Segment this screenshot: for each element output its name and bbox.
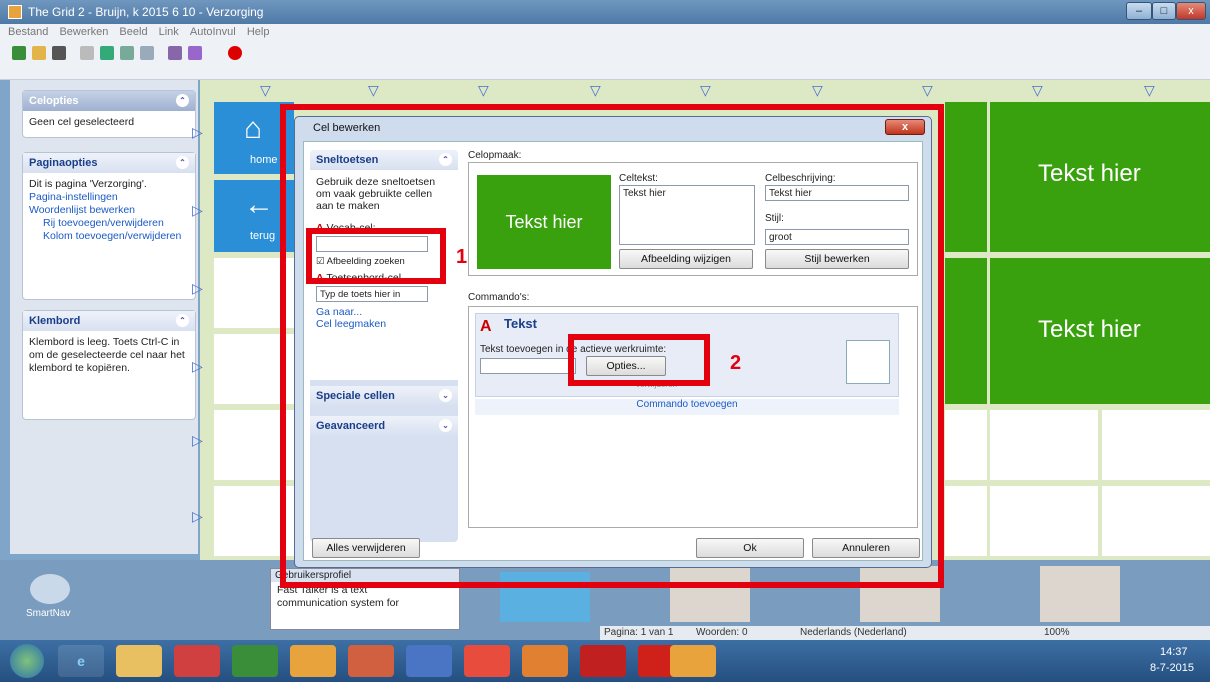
celopties-panel: Celopties ⌃ Geen cel geselecteerd: [22, 90, 196, 138]
column-arrow-icon[interactable]: ▽: [478, 82, 489, 99]
opties-highlight: [568, 334, 710, 386]
clock-date[interactable]: 8-7-2015: [1150, 662, 1194, 674]
annotation-2: 2: [730, 352, 742, 374]
status-language: Nederlands (Nederland): [800, 627, 907, 638]
minimize-button[interactable]: –: [1126, 2, 1152, 20]
title-bar: The Grid 2 - Bruijn, k 2015 6 10 - Verzo…: [0, 0, 1210, 24]
cut-icon[interactable]: [80, 46, 94, 60]
link-rij[interactable]: Rij toevoegen/verwijderen: [29, 217, 189, 230]
explorer-icon[interactable]: [116, 645, 162, 677]
chevron-up-icon[interactable]: ⌃: [176, 156, 189, 169]
close-button[interactable]: x: [1176, 2, 1206, 20]
paginaopties-panel: Paginaopties ⌃ Dit is pagina 'Verzorging'…: [22, 152, 196, 300]
row-arrow-icon[interactable]: ▷: [192, 124, 203, 141]
menu-bar: Bestand Bewerken Beeld Link AutoInvul He…: [0, 24, 1210, 40]
column-arrow-icon[interactable]: ▽: [700, 82, 711, 99]
taskbar: e 14:37 8-7-2015: [0, 640, 1210, 682]
save-icon[interactable]: [52, 46, 66, 60]
column-arrow-icon[interactable]: ▽: [1144, 82, 1155, 99]
app-icon: [8, 5, 22, 19]
menu-help[interactable]: Help: [247, 26, 270, 38]
empty-cell[interactable]: [1102, 486, 1210, 556]
klembord-text: Klembord is leeg. Toets Ctrl-C in om de …: [29, 336, 185, 374]
toolbar: [0, 40, 1210, 80]
text-cell[interactable]: Tekst hier: [990, 258, 1210, 404]
smartnav-icon[interactable]: [30, 574, 70, 604]
arrow-left-icon: ←: [244, 188, 274, 221]
link-pagina-instellingen[interactable]: Pagina-instellingen: [29, 191, 189, 204]
menu-beeld[interactable]: Beeld: [119, 26, 147, 38]
grid-icon[interactable]: [168, 46, 182, 60]
row-arrow-icon[interactable]: ▷: [192, 202, 203, 219]
column-arrow-icon[interactable]: ▽: [812, 82, 823, 99]
chevron-up-icon[interactable]: ⌃: [176, 314, 189, 327]
chrome-icon[interactable]: [464, 645, 510, 677]
paginaopties-text: Dit is pagina 'Verzorging'.: [29, 178, 147, 190]
empty-cell[interactable]: [945, 410, 987, 480]
status-page: Pagina: 1 van 1: [604, 627, 674, 638]
column-arrow-icon[interactable]: ▽: [368, 82, 379, 99]
menu-bewerken[interactable]: Bewerken: [59, 26, 108, 38]
klembord-header[interactable]: Klembord ⌃: [23, 311, 195, 331]
firefox-icon[interactable]: [522, 645, 568, 677]
menu-bestand[interactable]: Bestand: [8, 26, 48, 38]
row-arrow-icon[interactable]: ▷: [192, 280, 203, 297]
zoom-level[interactable]: 100%: [1044, 627, 1070, 638]
row-arrow-icon[interactable]: ▷: [192, 432, 203, 449]
ie-icon[interactable]: e: [58, 645, 104, 677]
text-cell[interactable]: Tekst hier: [990, 102, 1210, 252]
green-cell[interactable]: [945, 102, 987, 252]
link-kolom[interactable]: Kolom toevoegen/verwijderen: [29, 230, 189, 243]
column-arrow-icon[interactable]: ▽: [260, 82, 271, 99]
status-words: Woorden: 0: [696, 627, 748, 638]
celopties-header[interactable]: Celopties ⌃: [23, 91, 195, 111]
grid-edit-icon[interactable]: [188, 46, 202, 60]
column-arrow-icon[interactable]: ▽: [590, 82, 601, 99]
column-arrow-icon[interactable]: ▽: [922, 82, 933, 99]
column-arrow-icon[interactable]: ▽: [1032, 82, 1043, 99]
green-cell[interactable]: [945, 258, 987, 404]
app-icon[interactable]: [348, 645, 394, 677]
row-arrow-icon[interactable]: ▷: [192, 358, 203, 375]
outlook-icon[interactable]: [174, 645, 220, 677]
smartnav-label: SmartNav: [26, 608, 71, 619]
av-icon[interactable]: [580, 645, 626, 677]
chevron-up-icon[interactable]: ⌃: [176, 94, 189, 107]
status-bar: Pagina: 1 van 1 Woorden: 0 Nederlands (N…: [600, 626, 1210, 640]
copy-icon[interactable]: [100, 46, 114, 60]
row-arrow-icon[interactable]: ▷: [192, 508, 203, 525]
home-icon: ⌂: [244, 112, 263, 145]
annotation-1: 1: [456, 246, 468, 268]
celopties-text: Geen cel geselecteerd: [29, 116, 135, 128]
grid-app-icon[interactable]: [670, 645, 716, 677]
empty-cell[interactable]: [990, 410, 1098, 480]
clock-time[interactable]: 14:37: [1160, 646, 1188, 658]
paste-icon[interactable]: [120, 46, 134, 60]
menu-link[interactable]: Link: [159, 26, 179, 38]
new-icon[interactable]: [12, 46, 26, 60]
record-icon[interactable]: [228, 46, 242, 60]
menu-autoinvul[interactable]: AutoInvul: [190, 26, 236, 38]
link-woordenlijst[interactable]: Woordenlijst bewerken: [29, 204, 189, 217]
window-title: The Grid 2 - Bruijn, k 2015 6 10 - Verzo…: [28, 5, 264, 19]
start-button[interactable]: [10, 644, 44, 678]
child-picture[interactable]: [1040, 566, 1120, 622]
empty-cell[interactable]: [1102, 410, 1210, 480]
paginaopties-header[interactable]: Paginaopties ⌃: [23, 153, 195, 173]
excel-icon[interactable]: [232, 645, 278, 677]
empty-cell[interactable]: [990, 486, 1098, 556]
folder-icon[interactable]: [290, 645, 336, 677]
empty-cell[interactable]: [945, 486, 987, 556]
open-icon[interactable]: [32, 46, 46, 60]
klembord-panel: Klembord ⌃ Klembord is leeg. Toets Ctrl-C…: [22, 310, 196, 420]
sidebar: Celopties ⌃ Geen cel geselecteerd Paginao…: [10, 80, 198, 554]
word-icon[interactable]: [406, 645, 452, 677]
paste-special-icon[interactable]: [140, 46, 154, 60]
vocab-highlight: [306, 228, 446, 284]
maximize-button[interactable]: □: [1152, 2, 1176, 20]
